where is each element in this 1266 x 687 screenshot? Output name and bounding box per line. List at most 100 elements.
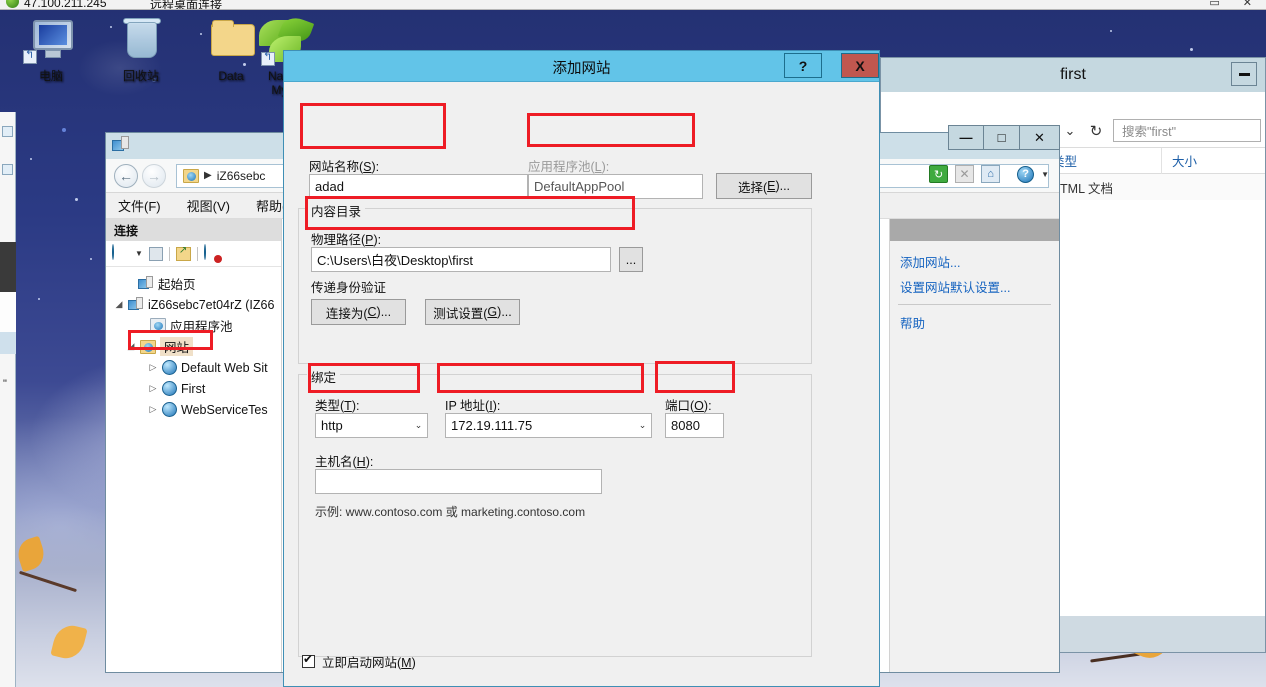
- explorer-title: first: [1060, 66, 1086, 83]
- binding-type-select[interactable]: http ⌄: [315, 413, 428, 438]
- port-label: 端口(O):: [665, 399, 712, 413]
- chevron-down-icon[interactable]: ⌄: [634, 414, 651, 437]
- close-button[interactable]: X: [841, 53, 879, 78]
- desktop-icon-computer[interactable]: 电脑: [8, 18, 94, 83]
- app-pool-label: 应用程序池(L):: [528, 160, 610, 174]
- explorer-minimize-button[interactable]: [1231, 62, 1257, 86]
- tree-item-app-pools[interactable]: 应用程序池: [112, 315, 281, 336]
- desktop-icon-label: 电脑: [38, 69, 63, 83]
- connect-as-button[interactable]: 连接为(C)...: [311, 299, 406, 325]
- tree-item-sites[interactable]: ◢ 网站: [112, 336, 281, 357]
- minimize-button[interactable]: —: [948, 125, 984, 150]
- maximize-button[interactable]: □: [984, 125, 1020, 150]
- tree-arrow[interactable]: ◢: [114, 299, 124, 310]
- column-header-size[interactable]: 大小: [1161, 147, 1265, 174]
- binding-title: 绑定: [307, 367, 341, 386]
- help-button[interactable]: ?: [784, 53, 822, 78]
- forward-icon[interactable]: →: [142, 163, 166, 188]
- tree-item-default-web-site[interactable]: ▷ Default Web Sit: [112, 357, 281, 378]
- background-window-sliver[interactable]: ": [0, 112, 16, 687]
- divider: [196, 246, 198, 261]
- app-pool-input[interactable]: DefaultAppPool: [528, 174, 703, 199]
- select-app-pool-button[interactable]: 选择(E)...: [716, 173, 812, 199]
- test-settings-button[interactable]: 测试设置(G)...: [425, 299, 520, 325]
- connections-pane[interactable]: 连接 ▼ 起始页 ◢: [106, 219, 282, 672]
- close-button[interactable]: ✕: [1020, 125, 1060, 150]
- tree-item-label: iZ66sebc7et04rZ (IZ66: [148, 297, 275, 312]
- actions-pane-title: [890, 219, 1059, 241]
- sliver-dark-band: [0, 242, 16, 292]
- connections-tree[interactable]: 起始页 ◢ iZ66sebc7et04rZ (IZ66 应用程序池 ◢ 网站 ▷…: [106, 267, 281, 420]
- action-set-site-defaults[interactable]: 设置网站默认设置...: [890, 274, 1059, 299]
- physical-path-input[interactable]: C:\Users\白夜\Desktop\first: [311, 247, 611, 272]
- back-icon[interactable]: ←: [114, 163, 138, 188]
- refresh-icon[interactable]: ↻: [929, 165, 949, 183]
- binding-group: 绑定 类型(T): http ⌄ IP 地址(I): 172.19.111.75…: [298, 367, 812, 657]
- export-icon[interactable]: [175, 245, 191, 261]
- sliver-selected-band: [0, 332, 16, 354]
- site-name-label: 网站名称(S):: [309, 160, 380, 174]
- ip-address-select[interactable]: 172.19.111.75 ⌄: [445, 413, 652, 438]
- site-name-input[interactable]: adad: [309, 174, 528, 199]
- actions-pane[interactable]: 添加网站... 设置网站默认设置... 帮助: [889, 219, 1059, 672]
- content-directory-title: 内容目录: [307, 201, 366, 220]
- dialog-titlebar[interactable]: 添加网站 ? X: [284, 51, 879, 82]
- remote-desktop-bar[interactable]: 47.100.211.245 远程桌面连接 ▭ ✕: [0, 0, 1266, 10]
- recycle-bin-icon: [113, 18, 169, 66]
- help-icon[interactable]: ?: [1017, 165, 1035, 183]
- tree-item-label: 起始页: [158, 278, 196, 292]
- sites-folder-icon: [140, 339, 156, 354]
- port-input[interactable]: 8080: [665, 413, 724, 438]
- tree-item-start-page[interactable]: 起始页: [112, 273, 281, 294]
- refresh-icon[interactable]: ↻: [1083, 122, 1109, 140]
- tree-arrow[interactable]: ▷: [148, 362, 158, 373]
- menu-file[interactable]: 文件(F): [118, 196, 161, 215]
- app-pool-icon: [150, 318, 166, 333]
- remote-desktop-icon: [6, 0, 19, 8]
- type-label: 类型(T):: [315, 399, 360, 413]
- connections-pane-title: 连接: [106, 219, 281, 241]
- action-add-website[interactable]: 添加网站...: [890, 249, 1059, 274]
- physical-path-label: 物理路径(P):: [311, 233, 382, 247]
- browse-button[interactable]: ...: [619, 247, 643, 272]
- tree-item-webservicetest[interactable]: ▷ WebServiceTes: [112, 399, 281, 420]
- explorer-titlebar[interactable]: first: [881, 58, 1265, 92]
- checkbox-icon[interactable]: [302, 652, 315, 668]
- remote-desktop-address: 47.100.211.245: [24, 0, 107, 10]
- remote-desktop-window-buttons[interactable]: ▭ ✕: [1209, 0, 1262, 9]
- disconnect-icon[interactable]: [203, 244, 222, 263]
- tree-item-label: First: [181, 381, 206, 396]
- breadcrumb-text: iZ66sebc: [216, 168, 266, 183]
- content-directory-group: 内容目录 物理路径(P): C:\Users\白夜\Desktop\first …: [298, 201, 812, 364]
- menu-view[interactable]: 视图(V): [187, 196, 230, 215]
- stop-icon[interactable]: ✕: [955, 165, 975, 183]
- tree-arrow[interactable]: ▷: [148, 383, 158, 394]
- tree-item-server[interactable]: ◢ iZ66sebc7et04rZ (IZ66: [112, 294, 281, 315]
- connect-globe-icon[interactable]: [112, 244, 129, 262]
- chevron-down-icon[interactable]: ▼: [1041, 170, 1049, 179]
- computer-icon: [23, 18, 79, 66]
- tree-arrow[interactable]: ◢: [126, 341, 136, 352]
- hostname-input[interactable]: [315, 469, 602, 494]
- chevron-down-icon[interactable]: ▼: [135, 249, 143, 258]
- start-website-immediately-checkbox[interactable]: 立即启动网站(M): [302, 652, 416, 671]
- iis-right-toolbar[interactable]: ↻ ✕ ⌂ ? ▼: [929, 165, 1049, 183]
- chevron-down-icon[interactable]: ⌄: [1057, 123, 1083, 139]
- home-icon[interactable]: ⌂: [981, 165, 1001, 183]
- chevron-right-icon: ▶: [204, 170, 212, 181]
- desktop-icon-recycle-bin[interactable]: 回收站: [98, 18, 184, 83]
- hostname-label: 主机名(H):: [315, 455, 374, 469]
- action-help[interactable]: 帮助: [890, 310, 1059, 335]
- connections-toolbar[interactable]: ▼: [106, 241, 281, 267]
- save-icon[interactable]: [148, 246, 163, 261]
- tree-item-first[interactable]: ▷ First: [112, 378, 281, 399]
- explorer-search-input[interactable]: 搜索"first": [1113, 119, 1261, 142]
- iis-app-icon: [112, 136, 130, 154]
- dialog-body: 网站名称(S): adad 应用程序池(L): DefaultAppPool 选…: [284, 82, 879, 686]
- chevron-down-icon[interactable]: ⌄: [410, 414, 427, 437]
- tree-item-label: 网站: [160, 337, 194, 356]
- add-website-dialog[interactable]: 添加网站 ? X 网站名称(S): adad 应用程序池(L): Default…: [283, 50, 880, 687]
- explorer-window-buttons[interactable]: — □ ✕: [948, 125, 1060, 150]
- tree-item-label: 应用程序池: [170, 320, 233, 334]
- tree-arrow[interactable]: ▷: [148, 404, 158, 415]
